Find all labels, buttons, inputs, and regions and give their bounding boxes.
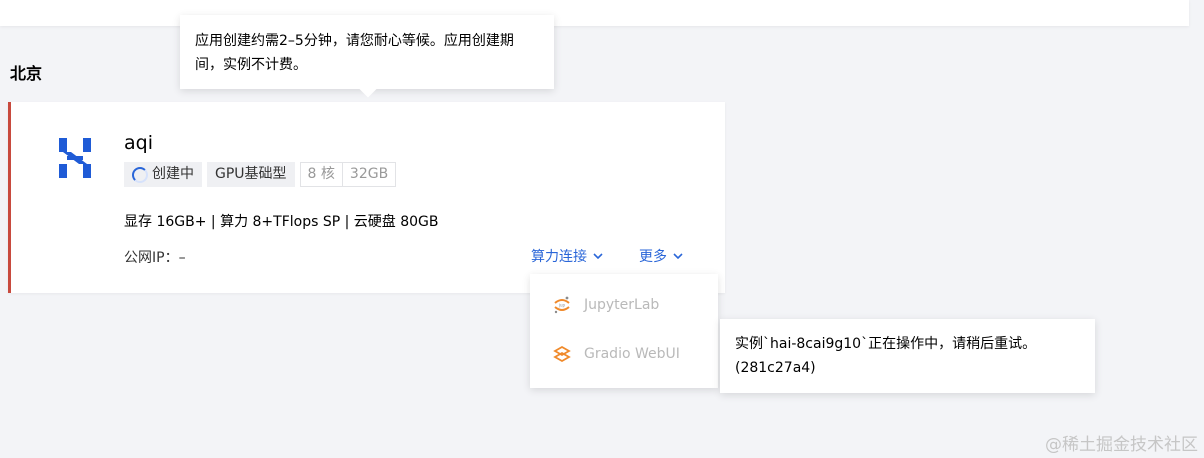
connect-dropdown-menu: jup JupyterLab Gradio WebUI xyxy=(530,274,718,388)
compute-connect-label: 算力连接 xyxy=(531,249,587,265)
menu-item-label: Gradio WebUI xyxy=(584,346,680,362)
menu-item-jupyterlab[interactable]: jup JupyterLab xyxy=(552,295,659,315)
gradio-icon xyxy=(553,345,571,363)
memory-spec: 32GB xyxy=(341,163,395,186)
compute-connect-button[interactable]: 算力连接 xyxy=(531,246,603,266)
hai-logo-icon xyxy=(59,138,91,178)
top-panel xyxy=(0,0,1189,26)
page-root: 北京 aqi 创建中 GPU基础型 8 核 32GB 显存 16GB+ | 算力… xyxy=(0,0,1204,458)
instance-tags: 创建中 GPU基础型 8 核 32GB xyxy=(124,162,397,187)
chevron-down-icon xyxy=(673,253,683,259)
svg-text:jup: jup xyxy=(558,303,566,308)
more-button[interactable]: 更多 xyxy=(639,246,683,266)
region-title: 北京 xyxy=(10,64,43,83)
chevron-down-icon xyxy=(593,253,603,259)
watermark: @稀土掘金技术社区 xyxy=(1045,435,1198,455)
menu-item-gradio[interactable]: Gradio WebUI xyxy=(552,344,680,364)
error-message: 实例`hai-8cai9g10`正在操作中，请稍后重试。 xyxy=(735,336,1037,352)
more-label: 更多 xyxy=(639,249,667,265)
menu-item-label: JupyterLab xyxy=(584,297,660,313)
loading-spinner-icon xyxy=(132,166,148,183)
status-label: 创建中 xyxy=(152,166,194,182)
jupyter-icon: jup xyxy=(554,296,570,314)
resource-badge: 8 核 32GB xyxy=(299,162,397,187)
status-badge: 创建中 xyxy=(124,162,202,187)
instance-card[interactable]: aqi 创建中 GPU基础型 8 核 32GB 显存 16GB+ | 算力 8+… xyxy=(8,102,725,293)
tooltip-arrow xyxy=(359,80,377,98)
cpu-spec: 8 核 xyxy=(307,166,335,182)
creation-tooltip-text: 应用创建约需2–5分钟，请您耐心等候。应用创建期间，实例不计费。 xyxy=(195,33,514,73)
creation-tooltip: 应用创建约需2–5分钟，请您耐心等候。应用创建期间，实例不计费。 xyxy=(180,15,554,98)
gpu-type-badge: GPU基础型 xyxy=(207,162,295,187)
public-ip: 公网IP：– xyxy=(124,250,186,266)
instance-specs: 显存 16GB+ | 算力 8+TFlops SP | 云硬盘 80GB xyxy=(124,214,439,230)
error-tooltip: 实例`hai-8cai9g10`正在操作中，请稍后重试。 (281c27a4) xyxy=(720,319,1095,393)
error-code: (281c27a4) xyxy=(735,360,816,376)
instance-name[interactable]: aqi xyxy=(124,132,153,154)
